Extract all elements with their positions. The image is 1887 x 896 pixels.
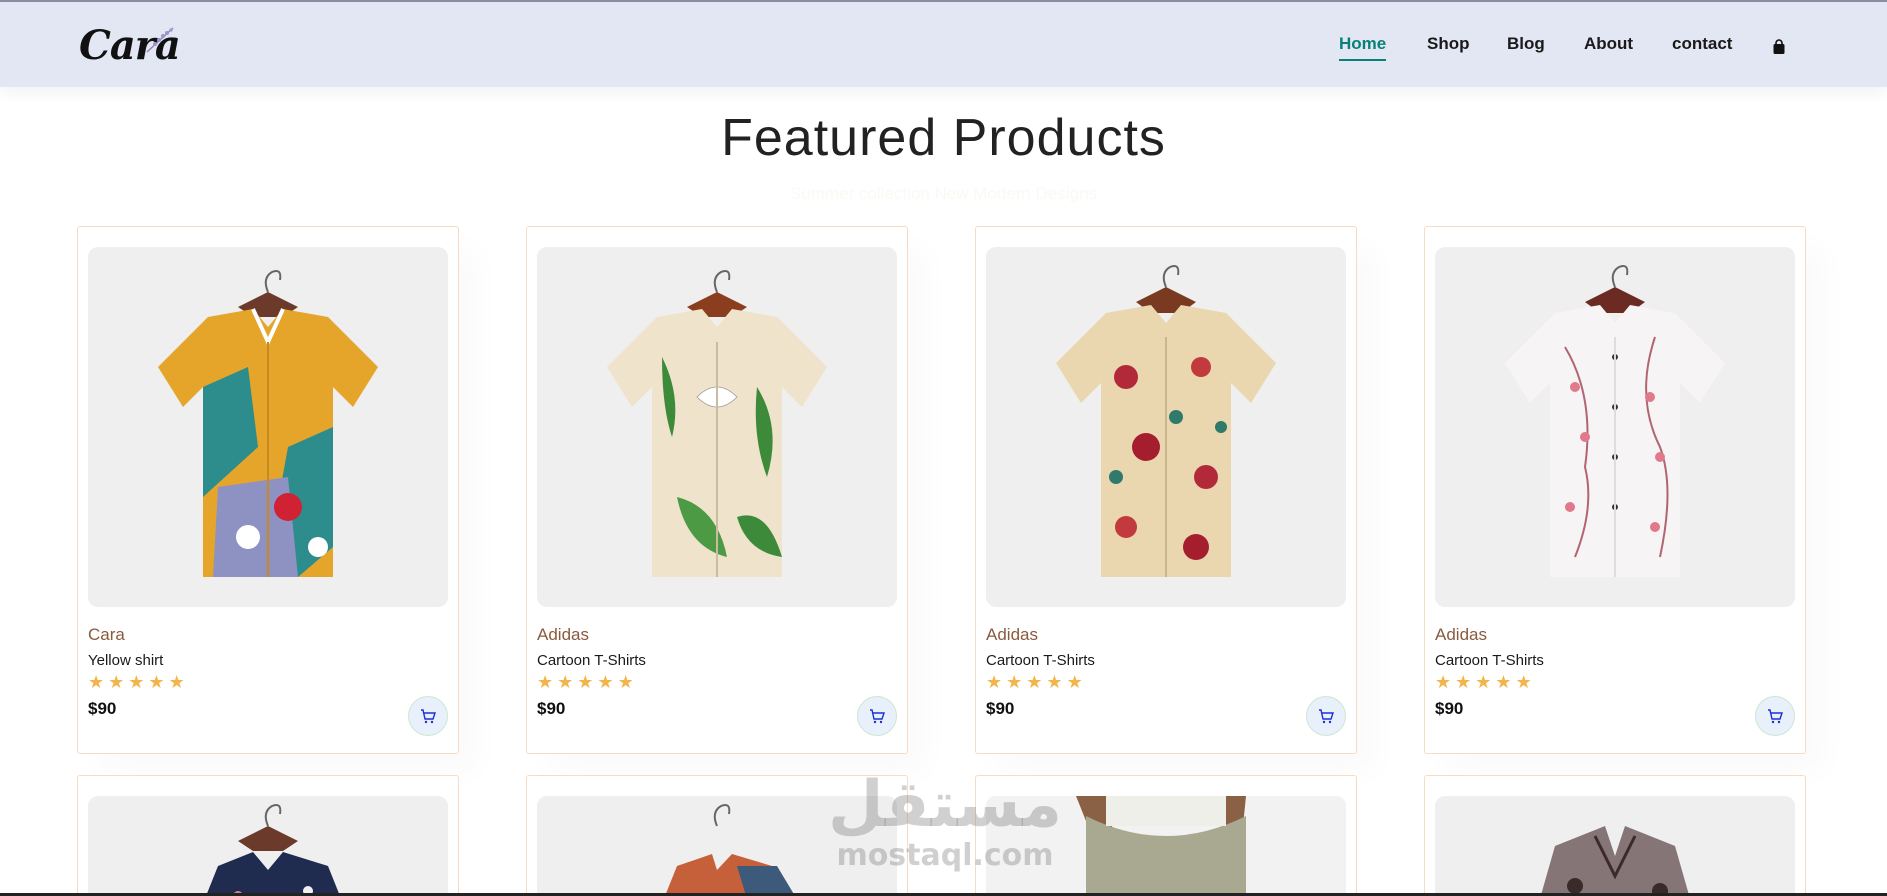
- product-card[interactable]: [1424, 775, 1806, 896]
- star-icon: ★: [1475, 672, 1492, 693]
- nav-contact[interactable]: contact: [1672, 34, 1732, 54]
- product-price: $90: [1435, 699, 1464, 718]
- product-card[interactable]: [77, 775, 459, 896]
- star-icon: ★: [1026, 672, 1043, 693]
- rating-stars: ★ ★ ★ ★ ★: [88, 673, 185, 693]
- star-icon: ★: [577, 672, 594, 693]
- product-brand: Adidas: [986, 625, 1038, 644]
- cart-icon: [870, 709, 885, 724]
- star-icon: ★: [88, 672, 105, 693]
- main-nav: Home Shop Blog About contact: [0, 34, 1887, 64]
- product-card[interactable]: Cara Yellow shirt ★ ★ ★ ★ ★ $90: [77, 226, 459, 754]
- product-card[interactable]: Adidas Cartoon T-Shirts ★ ★ ★ ★ ★ $90: [1424, 226, 1806, 754]
- star-icon: ★: [168, 672, 185, 693]
- product-brand: Cara: [88, 625, 125, 644]
- product-name: Cartoon T-Shirts: [986, 652, 1095, 669]
- product-card[interactable]: Adidas Cartoon T-Shirts ★ ★ ★ ★ ★ $90: [975, 226, 1357, 754]
- star-icon: ★: [537, 672, 554, 693]
- star-icon: ★: [597, 672, 614, 693]
- product-image-paisley-shirt[interactable]: [1435, 796, 1795, 896]
- product-brand: Adidas: [1435, 625, 1487, 644]
- watermark: مستقل mostaql.com: [820, 770, 1070, 872]
- star-icon: ★: [986, 672, 1003, 693]
- star-icon: ★: [1006, 672, 1023, 693]
- cart-icon: [1319, 709, 1334, 724]
- nav-about[interactable]: About: [1584, 34, 1633, 54]
- star-icon: ★: [148, 672, 165, 693]
- star-icon: ★: [617, 672, 634, 693]
- star-icon: ★: [128, 672, 145, 693]
- star-icon: ★: [108, 672, 125, 693]
- section-title: Featured Products: [721, 109, 1166, 167]
- watermark-arabic: مستقل: [827, 768, 1063, 842]
- nav-blog[interactable]: Blog: [1507, 34, 1545, 54]
- add-to-cart-button[interactable]: [408, 696, 448, 736]
- product-image-blossom-shirt[interactable]: [1435, 247, 1795, 607]
- rating-stars: ★ ★ ★ ★ ★: [537, 673, 634, 693]
- watermark-latin: mostaql.com: [836, 838, 1054, 873]
- rating-stars: ★ ★ ★ ★ ★: [986, 673, 1083, 693]
- product-price: $90: [88, 699, 117, 718]
- star-icon: ★: [1455, 672, 1472, 693]
- product-name: Cartoon T-Shirts: [1435, 652, 1544, 669]
- section-subtitle: Summer collection New Modern Designs: [789, 184, 1098, 203]
- product-name: Cartoon T-Shirts: [537, 652, 646, 669]
- rating-stars: ★ ★ ★ ★ ★: [1435, 673, 1532, 693]
- star-icon: ★: [1495, 672, 1512, 693]
- cart-icon: [1768, 709, 1783, 724]
- product-card[interactable]: Adidas Cartoon T-Shirts ★ ★ ★ ★ ★ $90: [526, 226, 908, 754]
- star-icon: ★: [557, 672, 574, 693]
- star-icon: ★: [1435, 672, 1452, 693]
- site-header: Cara Home Shop Blog About contact: [0, 2, 1887, 87]
- add-to-cart-button[interactable]: [1306, 696, 1346, 736]
- add-to-cart-button[interactable]: [1755, 696, 1795, 736]
- nav-shop[interactable]: Shop: [1427, 34, 1470, 54]
- product-brand: Adidas: [537, 625, 589, 644]
- product-image-leaf-shirt[interactable]: [537, 247, 897, 607]
- cart-icon: [421, 709, 436, 724]
- product-image-navy-shirt[interactable]: [88, 796, 448, 896]
- star-icon: ★: [1515, 672, 1532, 693]
- product-price: $90: [537, 699, 566, 718]
- star-icon: ★: [1066, 672, 1083, 693]
- bag-icon[interactable]: [1771, 39, 1787, 55]
- product-image-colorful-shirt[interactable]: [88, 247, 448, 607]
- add-to-cart-button[interactable]: [857, 696, 897, 736]
- star-icon: ★: [1046, 672, 1063, 693]
- product-image-floral-shirt[interactable]: [986, 247, 1346, 607]
- product-price: $90: [986, 699, 1015, 718]
- nav-home[interactable]: Home: [1339, 34, 1387, 61]
- product-name: Yellow shirt: [88, 652, 164, 669]
